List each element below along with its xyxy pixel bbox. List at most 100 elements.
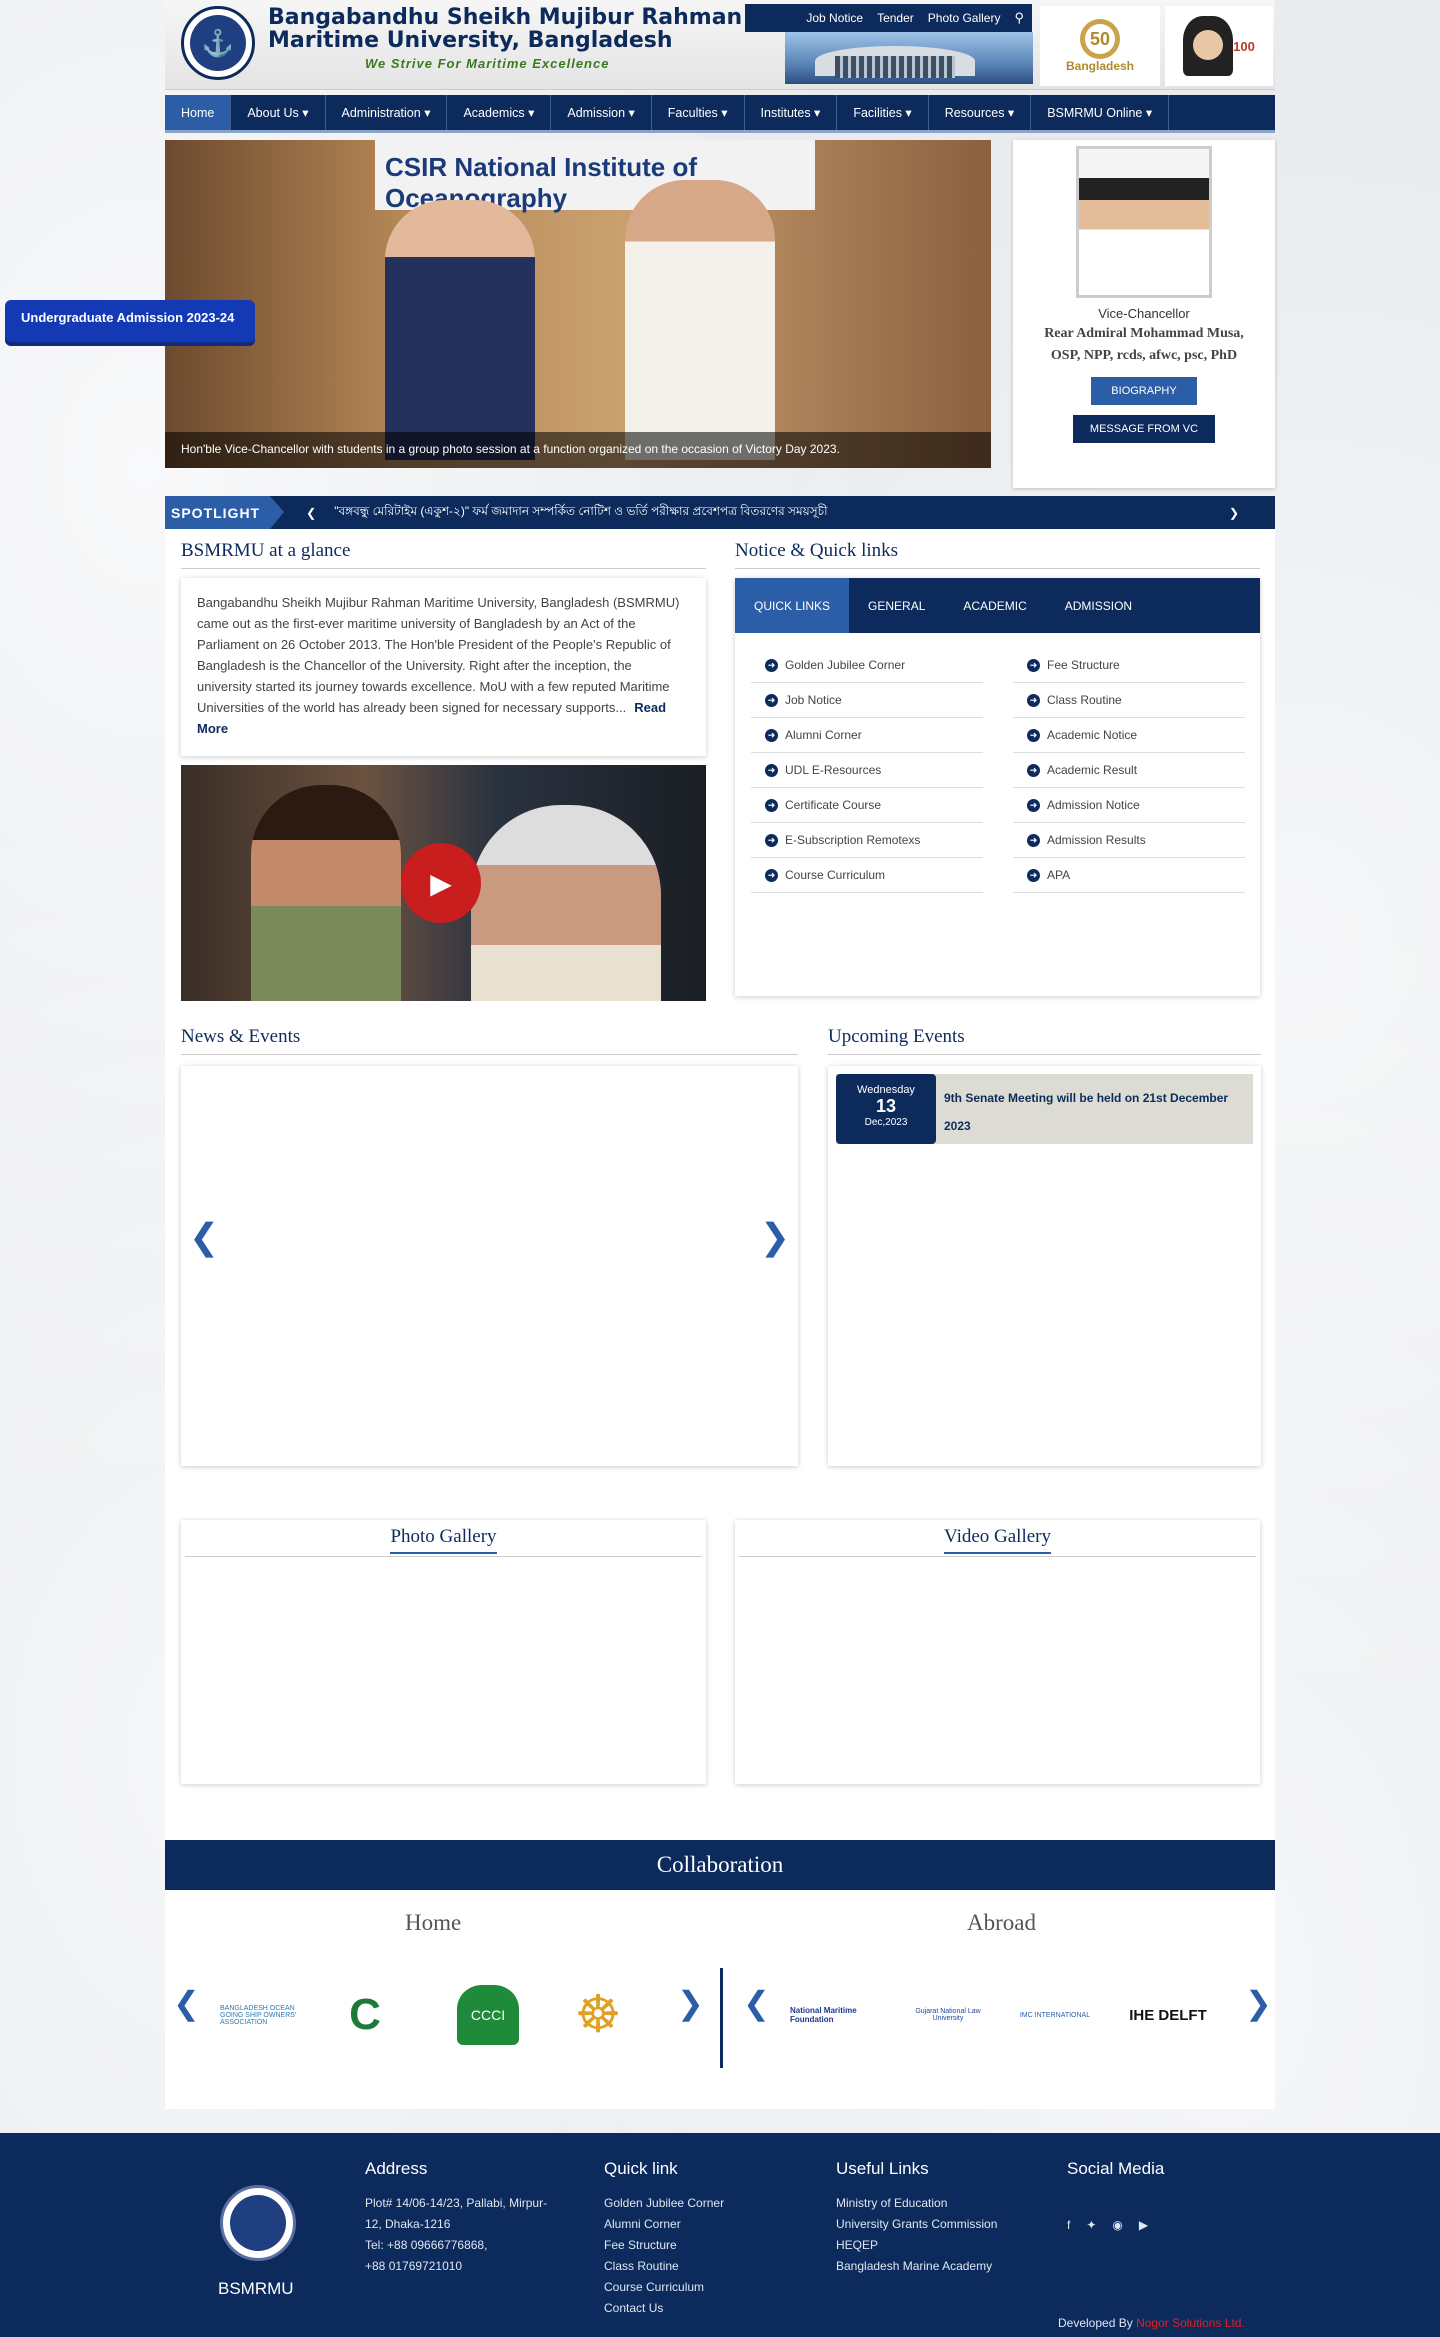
chevron-left-icon[interactable]: ❮ bbox=[743, 1984, 770, 2022]
quick-link[interactable]: ➜ Course Curriculum bbox=[751, 858, 983, 893]
collab-logo-wheel[interactable]: ☸ bbox=[563, 1975, 633, 2055]
chevron-right-icon[interactable]: ❯ bbox=[1229, 506, 1239, 520]
slide-person-left bbox=[385, 200, 535, 460]
youtube-icon[interactable]: ▶ bbox=[1139, 2215, 1148, 2236]
glance-box: Bangabandhu Sheikh Mujibur Rahman Mariti… bbox=[181, 578, 706, 756]
tab-general[interactable]: GENERAL bbox=[849, 578, 944, 633]
biography-button[interactable]: BIOGRAPHY bbox=[1091, 377, 1197, 405]
quick-link[interactable]: ➜ Certificate Course bbox=[751, 788, 983, 823]
chevron-left-icon[interactable]: ❮ bbox=[189, 1216, 219, 1258]
slide-person-right bbox=[625, 180, 775, 460]
quick-link[interactable]: ➜ Alumni Corner bbox=[751, 718, 983, 753]
footer-link[interactable]: Course Curriculum bbox=[604, 2277, 804, 2298]
twitter-icon[interactable]: ✦ bbox=[1086, 2215, 1096, 2236]
quick-link[interactable]: ➜ Admission Notice bbox=[1013, 788, 1245, 823]
main-container: ⚓ Bangabandhu Sheikh Mujibur Rahman Mari… bbox=[165, 0, 1275, 2109]
chevron-right-icon[interactable]: ❯ bbox=[677, 1984, 704, 2022]
quick-link[interactable]: ➜ Golden Jubilee Corner bbox=[751, 648, 983, 683]
nav-home[interactable]: Home bbox=[165, 95, 232, 130]
collab-divider bbox=[720, 1968, 723, 2068]
chevron-right-icon[interactable]: ❯ bbox=[1245, 1984, 1272, 2022]
slide-caption: Hon'ble Vice-Chancellor with students in… bbox=[165, 432, 991, 468]
quick-link[interactable]: ➜ E-Subscription Remotexs bbox=[751, 823, 983, 858]
video-gallery-title[interactable]: Video Gallery bbox=[943, 1526, 1051, 1554]
quick-link[interactable]: ➜ Fee Structure bbox=[1013, 648, 1245, 683]
developer-link[interactable]: Nogor Solutions Ltd. bbox=[1136, 2316, 1245, 2330]
footer-address: Address Plot# 14/06-14/23, Pallabi, Mirp… bbox=[365, 2159, 565, 2277]
collab-logo-ccci[interactable]: CCCI bbox=[443, 1975, 533, 2055]
arrow-right-icon: ➜ bbox=[765, 833, 778, 847]
footer-link[interactable]: Bangladesh Marine Academy bbox=[836, 2256, 1056, 2277]
arrow-right-icon: ➜ bbox=[1027, 728, 1040, 742]
vc-card: Vice-Chancellor Rear Admiral Mohammad Mu… bbox=[1013, 140, 1275, 488]
collab-logo-c[interactable]: C bbox=[335, 1975, 395, 2055]
hero-slider[interactable]: CSIR National Institute of Oceanography … bbox=[165, 140, 991, 468]
nav-faculties[interactable]: Faculties ▾ bbox=[652, 95, 745, 130]
campus-building-image bbox=[785, 32, 1033, 84]
play-icon[interactable]: ▶ bbox=[401, 843, 481, 923]
vc-name: Rear Admiral Mohammad Musa, OSP, NPP, rc… bbox=[1044, 326, 1244, 363]
footer-social: Social Media f ✦ ◉ ▶ bbox=[1067, 2159, 1267, 2236]
footer-link[interactable]: Ministry of Education bbox=[836, 2193, 1056, 2214]
chevron-right-icon[interactable]: ❯ bbox=[760, 1216, 790, 1258]
arrow-right-icon: ➜ bbox=[765, 693, 778, 707]
video-thumbnail[interactable]: ▶ bbox=[181, 765, 706, 1001]
collab-logo-nmf[interactable]: National Maritime Foundation bbox=[790, 1975, 885, 2055]
search-icon[interactable]: ⚲ bbox=[1014, 10, 1024, 26]
university-logo[interactable]: ⚓ bbox=[181, 6, 255, 80]
nav-resources[interactable]: Resources ▾ bbox=[929, 95, 1032, 130]
event-item[interactable]: Wednesday 13 Dec,2023 9th Senate Meeting… bbox=[836, 1074, 1253, 1144]
nav-institutes[interactable]: Institutes ▾ bbox=[745, 95, 838, 130]
nav-bsmrmu-online[interactable]: BSMRMU Online ▾ bbox=[1031, 95, 1170, 130]
tab-academic[interactable]: ACADEMIC bbox=[944, 578, 1045, 633]
footer-link[interactable]: Alumni Corner bbox=[604, 2214, 804, 2235]
chevron-left-icon[interactable]: ❮ bbox=[306, 506, 316, 520]
top-link-job-notice[interactable]: Job Notice bbox=[806, 11, 863, 25]
quick-link[interactable]: ➜ Academic Result bbox=[1013, 753, 1245, 788]
video-gallery: Video Gallery bbox=[735, 1520, 1260, 1784]
footer-quick-links: Quick link Golden Jubilee Corner Alumni … bbox=[604, 2159, 804, 2319]
instagram-icon[interactable]: ◉ bbox=[1112, 2215, 1122, 2236]
footer-social-title: Social Media bbox=[1067, 2159, 1165, 2178]
quick-link[interactable]: ➜ APA bbox=[1013, 858, 1245, 893]
quick-link[interactable]: ➜ Academic Notice bbox=[1013, 718, 1245, 753]
collab-logo-gnlu[interactable]: Gujarat National Law University bbox=[903, 1975, 993, 2055]
quick-links-right: ➜ Fee Structure ➜ Class Routine ➜ Academic … bbox=[1013, 648, 1245, 893]
top-link-tender[interactable]: Tender bbox=[877, 11, 914, 25]
collaboration-header: Collaboration bbox=[165, 1840, 1275, 1890]
footer-link[interactable]: Class Routine bbox=[604, 2256, 804, 2277]
nav-about-us[interactable]: About Us ▾ bbox=[231, 95, 326, 130]
spotlight-label: SPOTLIGHT bbox=[165, 496, 285, 529]
nav-academics[interactable]: Academics ▾ bbox=[447, 95, 552, 130]
top-link-photo-gallery[interactable]: Photo Gallery bbox=[928, 11, 1001, 25]
collab-logo-ship-owners[interactable]: BANGLADESH OCEAN GOING SHIP OWNERS' ASSO… bbox=[220, 1975, 310, 2055]
quick-link[interactable]: ➜ UDL E-Resources bbox=[751, 753, 983, 788]
quick-link[interactable]: ➜ Class Routine bbox=[1013, 683, 1245, 718]
collab-logo-ihe-delft[interactable]: IHE DELFT bbox=[1123, 1975, 1213, 2055]
footer-logo[interactable] bbox=[220, 2185, 296, 2261]
nav-administration[interactable]: Administration ▾ bbox=[326, 95, 448, 130]
chevron-left-icon[interactable]: ❮ bbox=[173, 1984, 200, 2022]
quick-link[interactable]: ➜ Job Notice bbox=[751, 683, 983, 718]
footer-link[interactable]: Contact Us bbox=[604, 2298, 804, 2319]
admission-tab[interactable]: Undergraduate Admission 2023-24 bbox=[5, 300, 255, 342]
footer-link[interactable]: University Grants Commission bbox=[836, 2214, 1056, 2235]
nav-facilities[interactable]: Facilities ▾ bbox=[837, 95, 929, 130]
nav-admission[interactable]: Admission ▾ bbox=[551, 95, 652, 130]
quick-link[interactable]: ➜ Admission Results bbox=[1013, 823, 1245, 858]
spotlight-text[interactable]: "বঙ্গবন্ধু মেরিটাইম (একুশ-২)" ফর্ম জমাদা… bbox=[334, 503, 827, 523]
footer-link[interactable]: HEQEP bbox=[836, 2235, 1056, 2256]
facebook-icon[interactable]: f bbox=[1067, 2215, 1070, 2236]
arrow-right-icon: ➜ bbox=[1027, 833, 1040, 847]
message-from-vc-button[interactable]: MESSAGE FROM VC bbox=[1073, 415, 1215, 443]
event-title[interactable]: 9th Senate Meeting will be held on 21st … bbox=[944, 1084, 1249, 1140]
collab-logo-imc[interactable]: IMC INTERNATIONAL bbox=[1015, 1975, 1095, 2055]
footer-link[interactable]: Fee Structure bbox=[604, 2235, 804, 2256]
tab-admission[interactable]: ADMISSION bbox=[1046, 578, 1151, 633]
vc-photo bbox=[1076, 146, 1212, 298]
footer-link[interactable]: Golden Jubilee Corner bbox=[604, 2193, 804, 2214]
tab-quick-links[interactable]: QUICK LINKS bbox=[735, 578, 850, 633]
arrow-right-icon: ➜ bbox=[1027, 868, 1040, 882]
photo-gallery-title[interactable]: Photo Gallery bbox=[390, 1526, 497, 1554]
collab-abroad-title: Abroad bbox=[967, 1910, 1036, 1935]
